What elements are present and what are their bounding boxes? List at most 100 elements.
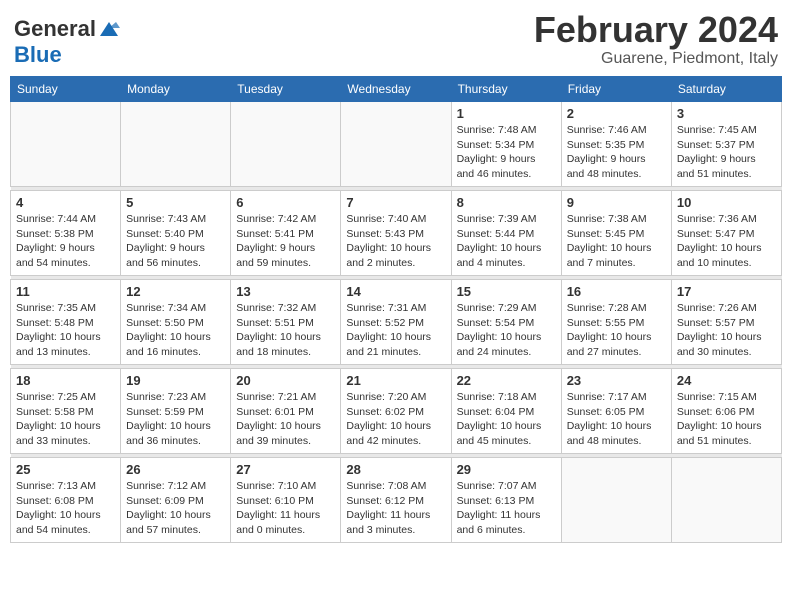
day-info: Sunrise: 7:17 AM Sunset: 6:05 PM Dayligh… <box>567 390 666 449</box>
calendar-cell: 21 Sunrise: 7:20 AM Sunset: 6:02 PM Dayli… <box>341 369 451 454</box>
day-number: 25 <box>16 462 115 477</box>
day-info: Sunrise: 7:32 AM Sunset: 5:51 PM Dayligh… <box>236 301 335 360</box>
calendar-cell: 7 Sunrise: 7:40 AM Sunset: 5:43 PM Daylig… <box>341 191 451 276</box>
calendar-cell: 22 Sunrise: 7:18 AM Sunset: 6:04 PM Dayli… <box>451 369 561 454</box>
day-number: 6 <box>236 195 335 210</box>
calendar-cell: 10 Sunrise: 7:36 AM Sunset: 5:47 PM Dayli… <box>671 191 781 276</box>
logo-icon <box>98 18 120 40</box>
calendar-cell: 4 Sunrise: 7:44 AM Sunset: 5:38 PM Daylig… <box>11 191 121 276</box>
day-info: Sunrise: 7:20 AM Sunset: 6:02 PM Dayligh… <box>346 390 445 449</box>
calendar-cell: 3 Sunrise: 7:45 AM Sunset: 5:37 PM Daylig… <box>671 102 781 187</box>
day-number: 8 <box>457 195 556 210</box>
weekday-header: Friday <box>561 77 671 102</box>
calendar-cell: 29Sunrise: 7:07 AM Sunset: 6:13 PM Dayli… <box>451 458 561 543</box>
day-number: 14 <box>346 284 445 299</box>
day-info: Sunrise: 7:42 AM Sunset: 5:41 PM Dayligh… <box>236 212 335 271</box>
weekday-header: Saturday <box>671 77 781 102</box>
day-info: Sunrise: 7:21 AM Sunset: 6:01 PM Dayligh… <box>236 390 335 449</box>
calendar-cell <box>671 458 781 543</box>
day-info: Sunrise: 7:15 AM Sunset: 6:06 PM Dayligh… <box>677 390 776 449</box>
day-number: 11 <box>16 284 115 299</box>
day-info: Sunrise: 7:10 AM Sunset: 6:10 PM Dayligh… <box>236 479 335 538</box>
day-number: 3 <box>677 106 776 121</box>
day-info: Sunrise: 7:45 AM Sunset: 5:37 PM Dayligh… <box>677 123 776 182</box>
calendar-table: SundayMondayTuesdayWednesdayThursdayFrid… <box>10 76 782 543</box>
day-number: 22 <box>457 373 556 388</box>
calendar-cell <box>341 102 451 187</box>
week-row: 11 Sunrise: 7:35 AM Sunset: 5:48 PM Dayli… <box>11 280 782 365</box>
calendar-cell: 14 Sunrise: 7:31 AM Sunset: 5:52 PM Dayli… <box>341 280 451 365</box>
calendar-cell: 15Sunrise: 7:29 AM Sunset: 5:54 PM Dayli… <box>451 280 561 365</box>
day-number: 9 <box>567 195 666 210</box>
day-number: 16 <box>567 284 666 299</box>
day-info: Sunrise: 7:38 AM Sunset: 5:45 PM Dayligh… <box>567 212 666 271</box>
day-number: 23 <box>567 373 666 388</box>
calendar-cell: 25 Sunrise: 7:13 AM Sunset: 6:08 PM Dayli… <box>11 458 121 543</box>
day-info: Sunrise: 7:31 AM Sunset: 5:52 PM Dayligh… <box>346 301 445 360</box>
day-info: Sunrise: 7:13 AM Sunset: 6:08 PM Dayligh… <box>16 479 115 538</box>
calendar-cell: 19 Sunrise: 7:23 AM Sunset: 5:59 PM Dayli… <box>121 369 231 454</box>
logo-general-text: General <box>14 16 96 42</box>
calendar-cell: 26Sunrise: 7:12 AM Sunset: 6:09 PM Dayli… <box>121 458 231 543</box>
calendar-cell: 8 Sunrise: 7:39 AM Sunset: 5:44 PM Daylig… <box>451 191 561 276</box>
calendar-cell: 23 Sunrise: 7:17 AM Sunset: 6:05 PM Dayli… <box>561 369 671 454</box>
calendar-cell: 18Sunrise: 7:25 AM Sunset: 5:58 PM Dayli… <box>11 369 121 454</box>
day-number: 10 <box>677 195 776 210</box>
day-info: Sunrise: 7:40 AM Sunset: 5:43 PM Dayligh… <box>346 212 445 271</box>
day-info: Sunrise: 7:12 AM Sunset: 6:09 PM Dayligh… <box>126 479 225 538</box>
calendar-cell: 24 Sunrise: 7:15 AM Sunset: 6:06 PM Dayli… <box>671 369 781 454</box>
day-info: Sunrise: 7:43 AM Sunset: 5:40 PM Dayligh… <box>126 212 225 271</box>
day-info: Sunrise: 7:18 AM Sunset: 6:04 PM Dayligh… <box>457 390 556 449</box>
week-row: 1 Sunrise: 7:48 AM Sunset: 5:34 PM Daylig… <box>11 102 782 187</box>
day-number: 5 <box>126 195 225 210</box>
logo-blue-text: Blue <box>14 42 62 68</box>
calendar-cell <box>11 102 121 187</box>
week-row: 4 Sunrise: 7:44 AM Sunset: 5:38 PM Daylig… <box>11 191 782 276</box>
day-number: 13 <box>236 284 335 299</box>
page-header: General Blue February 2024 Guarene, Pied… <box>10 10 782 68</box>
calendar-cell: 1 Sunrise: 7:48 AM Sunset: 5:34 PM Daylig… <box>451 102 561 187</box>
calendar-cell: 5 Sunrise: 7:43 AM Sunset: 5:40 PM Daylig… <box>121 191 231 276</box>
day-info: Sunrise: 7:35 AM Sunset: 5:48 PM Dayligh… <box>16 301 115 360</box>
day-number: 24 <box>677 373 776 388</box>
calendar-cell: 2 Sunrise: 7:46 AM Sunset: 5:35 PM Daylig… <box>561 102 671 187</box>
weekday-header: Monday <box>121 77 231 102</box>
day-number: 18 <box>16 373 115 388</box>
calendar-cell: 16Sunrise: 7:28 AM Sunset: 5:55 PM Dayli… <box>561 280 671 365</box>
day-info: Sunrise: 7:23 AM Sunset: 5:59 PM Dayligh… <box>126 390 225 449</box>
day-info: Sunrise: 7:48 AM Sunset: 5:34 PM Dayligh… <box>457 123 556 182</box>
day-info: Sunrise: 7:26 AM Sunset: 5:57 PM Dayligh… <box>677 301 776 360</box>
day-info: Sunrise: 7:34 AM Sunset: 5:50 PM Dayligh… <box>126 301 225 360</box>
calendar-cell: 6 Sunrise: 7:42 AM Sunset: 5:41 PM Daylig… <box>231 191 341 276</box>
day-info: Sunrise: 7:44 AM Sunset: 5:38 PM Dayligh… <box>16 212 115 271</box>
day-info: Sunrise: 7:39 AM Sunset: 5:44 PM Dayligh… <box>457 212 556 271</box>
day-number: 2 <box>567 106 666 121</box>
calendar-cell: 11 Sunrise: 7:35 AM Sunset: 5:48 PM Dayli… <box>11 280 121 365</box>
calendar-cell <box>561 458 671 543</box>
day-info: Sunrise: 7:46 AM Sunset: 5:35 PM Dayligh… <box>567 123 666 182</box>
calendar-cell: 17 Sunrise: 7:26 AM Sunset: 5:57 PM Dayli… <box>671 280 781 365</box>
day-number: 1 <box>457 106 556 121</box>
weekday-header: Tuesday <box>231 77 341 102</box>
logo: General Blue <box>14 16 120 68</box>
day-info: Sunrise: 7:36 AM Sunset: 5:47 PM Dayligh… <box>677 212 776 271</box>
calendar-cell: 28Sunrise: 7:08 AM Sunset: 6:12 PM Dayli… <box>341 458 451 543</box>
week-row: 25 Sunrise: 7:13 AM Sunset: 6:08 PM Dayli… <box>11 458 782 543</box>
day-number: 21 <box>346 373 445 388</box>
month-year-title: February 2024 <box>534 10 778 50</box>
day-info: Sunrise: 7:07 AM Sunset: 6:13 PM Dayligh… <box>457 479 556 538</box>
day-info: Sunrise: 7:29 AM Sunset: 5:54 PM Dayligh… <box>457 301 556 360</box>
weekday-header: Sunday <box>11 77 121 102</box>
day-info: Sunrise: 7:08 AM Sunset: 6:12 PM Dayligh… <box>346 479 445 538</box>
weekday-header: Wednesday <box>341 77 451 102</box>
day-number: 4 <box>16 195 115 210</box>
calendar-cell: 12Sunrise: 7:34 AM Sunset: 5:50 PM Dayli… <box>121 280 231 365</box>
day-number: 20 <box>236 373 335 388</box>
day-number: 17 <box>677 284 776 299</box>
day-number: 27 <box>236 462 335 477</box>
day-number: 7 <box>346 195 445 210</box>
weekday-header: Thursday <box>451 77 561 102</box>
day-number: 19 <box>126 373 225 388</box>
calendar-cell: 9 Sunrise: 7:38 AM Sunset: 5:45 PM Daylig… <box>561 191 671 276</box>
calendar-cell: 13 Sunrise: 7:32 AM Sunset: 5:51 PM Dayli… <box>231 280 341 365</box>
